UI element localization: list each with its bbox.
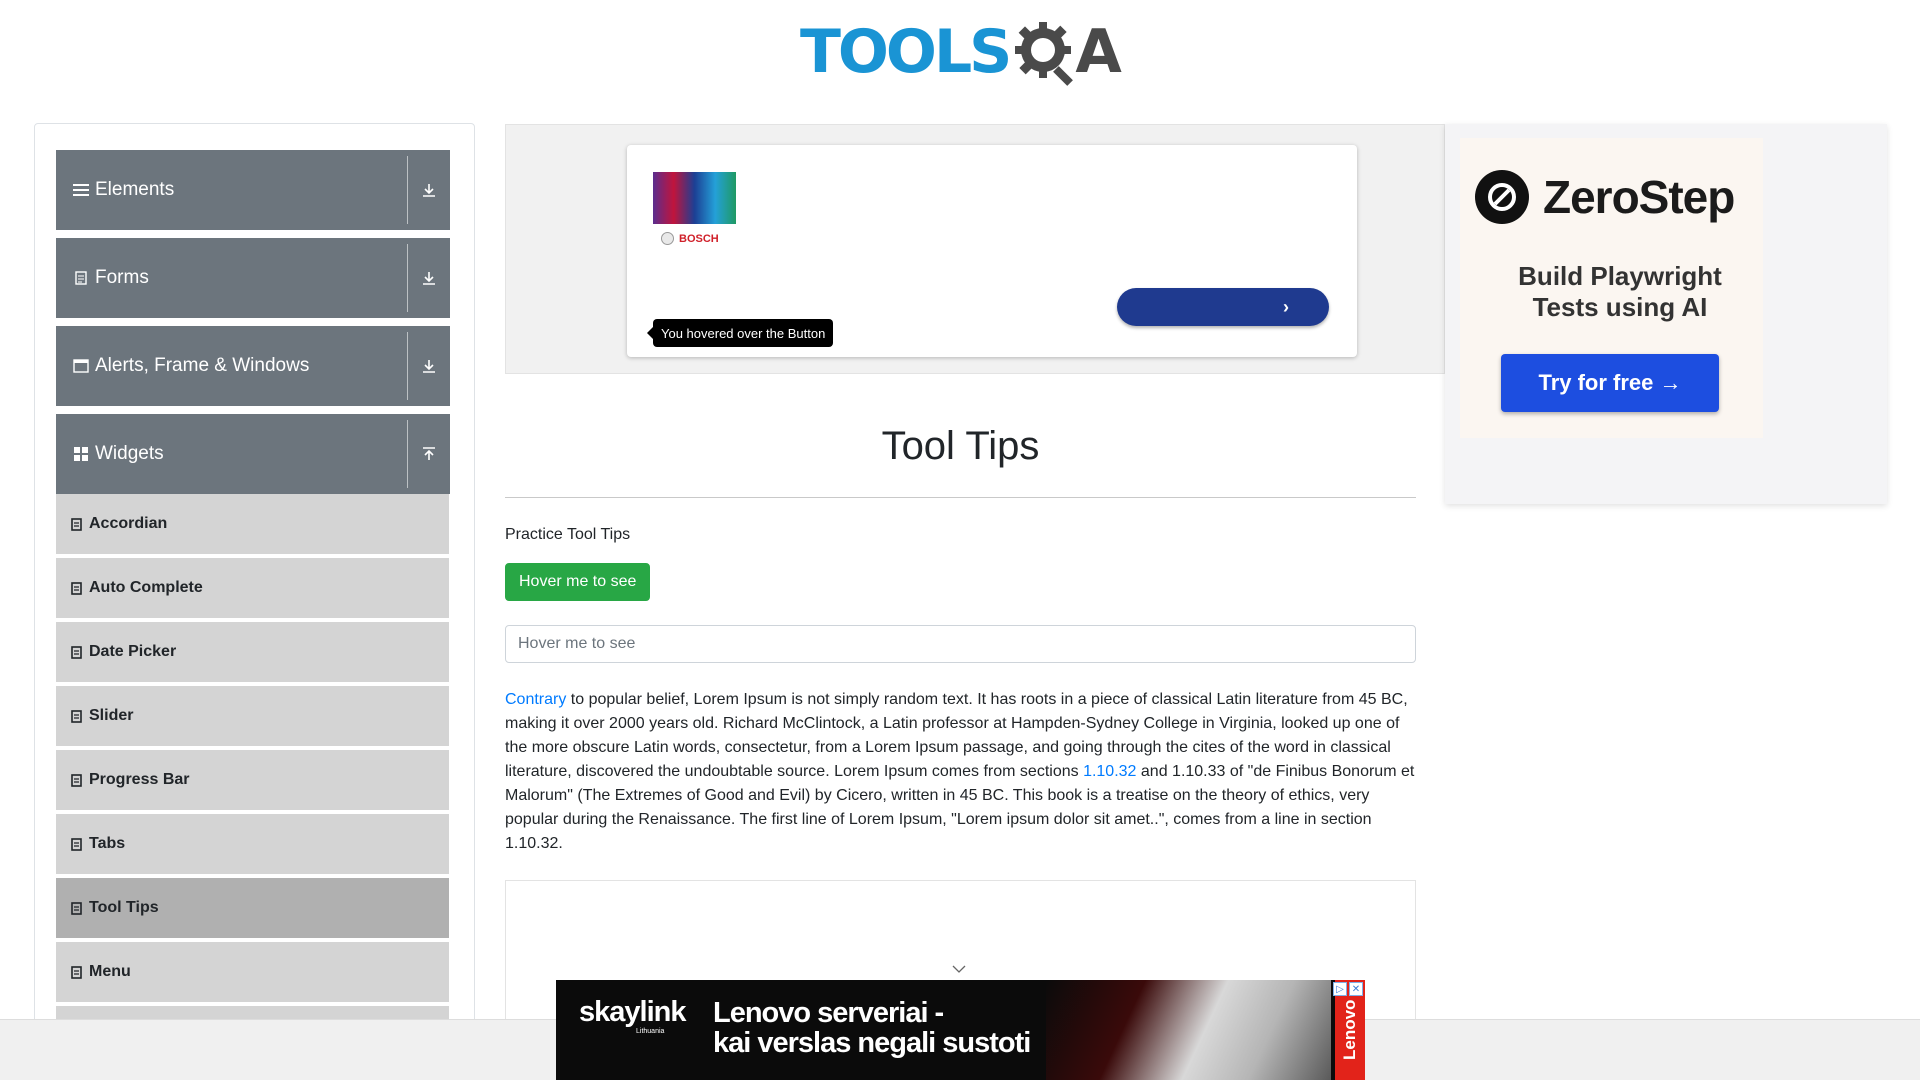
- gear-magnifier-icon: [1015, 22, 1074, 86]
- logo-tools-text: TOOLS: [800, 17, 1012, 87]
- toolsqa-logo[interactable]: TOOLS A: [800, 14, 1122, 90]
- menu-item-progress-bar[interactable]: Progress Bar: [56, 750, 449, 812]
- menu-item-slider[interactable]: Slider: [56, 686, 449, 748]
- ad-cta-button[interactable]: ›: [1117, 288, 1329, 326]
- right-ad-banner[interactable]: ZeroStep Build Playwright Tests using AI…: [1445, 124, 1887, 504]
- menu-item-label: Accordian: [89, 515, 168, 532]
- hover-me-button[interactable]: Hover me to see: [505, 563, 651, 601]
- menu-item-menu[interactable]: Menu: [56, 942, 449, 1004]
- hover-me-input[interactable]: [505, 625, 1416, 663]
- menu-item-tabs[interactable]: Tabs: [56, 814, 449, 876]
- group-label: Forms: [95, 267, 149, 288]
- download-arrow-icon[interactable]: [408, 182, 450, 198]
- group-header-forms[interactable]: Forms: [56, 238, 450, 318]
- menu-item-label: Progress Bar: [89, 771, 190, 788]
- group-label: Alerts, Frame & Windows: [95, 355, 310, 376]
- menu-item-label: Date Picker: [89, 643, 177, 660]
- skaylink-sub: Lithuania: [636, 1028, 665, 1035]
- zerostep-tagline: Build Playwright Tests using AI: [1445, 261, 1795, 323]
- skaylink-logo: skaylink: [579, 996, 686, 1028]
- section-link[interactable]: 1.10.32: [1083, 763, 1136, 780]
- page-title: Tool Tips: [881, 424, 1040, 468]
- menu-item-label: Auto Complete: [89, 579, 203, 596]
- menu-item-tool-tips[interactable]: Tool Tips: [56, 878, 449, 940]
- hamburger-icon: [73, 182, 89, 198]
- group-label: Elements: [95, 179, 175, 200]
- ad-choices[interactable]: ▷ ✕: [1333, 982, 1363, 996]
- left-panel-menu: Elements Forms Alerts, Frame & Windows W…: [34, 123, 475, 1023]
- bottom-ad-headline: Lenovo serveriai - kai verslas negali su…: [713, 997, 1031, 1059]
- menu-item-label: Menu: [89, 963, 131, 980]
- window-icon: [73, 358, 89, 374]
- menu-item-label: Tool Tips: [89, 899, 159, 916]
- top-ad-banner[interactable]: BOSCH ›: [505, 124, 1445, 374]
- document-icon: [73, 270, 89, 286]
- group-header-widgets[interactable]: Widgets: [56, 414, 450, 494]
- chevron-right-icon: ›: [1283, 296, 1289, 317]
- document-icon: [71, 965, 83, 979]
- document-icon: [71, 901, 83, 915]
- ad-thumbnail-image: [653, 172, 736, 224]
- logo-qa-mark: A: [1009, 16, 1122, 88]
- menu-item-accordian[interactable]: Accordian: [56, 494, 449, 556]
- practice-label: Practice Tool Tips: [505, 526, 631, 543]
- servers-image: [1046, 980, 1331, 1080]
- try-for-free-button[interactable]: Try for free →: [1501, 354, 1719, 412]
- document-icon: [71, 581, 83, 595]
- site-header: TOOLS A: [0, 0, 1920, 100]
- download-arrow-icon[interactable]: [408, 270, 450, 286]
- group-label: Widgets: [95, 443, 164, 464]
- tooltip-text: You hovered over the Button: [661, 325, 826, 341]
- tooltip: You hovered over the Button: [646, 319, 834, 347]
- document-icon: [71, 645, 83, 659]
- tagline-line-1: Build Playwright: [1518, 261, 1722, 291]
- chevron-down-icon[interactable]: [952, 964, 966, 974]
- menu-item-date-picker[interactable]: Date Picker: [56, 622, 449, 684]
- ad-close-icon[interactable]: ✕: [1349, 982, 1363, 996]
- logo-a-letter: A: [1075, 17, 1121, 87]
- ad-info-icon[interactable]: ▷: [1333, 982, 1347, 996]
- menu-item-label: Slider: [89, 707, 134, 724]
- group-header-elements[interactable]: Elements: [56, 150, 450, 230]
- group-header-alerts-frame-windows[interactable]: Alerts, Frame & Windows: [56, 326, 450, 406]
- lorem-paragraph: Contrary to popular belief, Lorem Ipsum …: [505, 688, 1416, 856]
- menu-item-label: Tabs: [89, 835, 126, 852]
- document-icon: [71, 773, 83, 787]
- zerostep-logo-icon: [1475, 170, 1529, 224]
- zerostep-name: ZeroStep: [1543, 171, 1735, 223]
- bottom-ad-banner[interactable]: skaylink Lithuania Lenovo serveriai - ka…: [556, 980, 1365, 1080]
- ad-brand-label: BOSCH: [679, 232, 719, 245]
- document-icon: [71, 837, 83, 851]
- document-icon: [71, 709, 83, 723]
- menu-item-auto-complete[interactable]: Auto Complete: [56, 558, 449, 620]
- headline-line-2: kai verslas negali sustoti: [713, 1027, 1031, 1059]
- zerostep-logo: ZeroStep: [1475, 170, 1735, 224]
- upload-arrow-icon[interactable]: [408, 446, 450, 462]
- widgets-grid-icon: [73, 446, 89, 462]
- tagline-line-2: Tests using AI: [1532, 292, 1708, 322]
- ad-brand: BOSCH: [661, 232, 719, 245]
- headline-line-1: Lenovo serveriai -: [713, 997, 944, 1029]
- bosch-logo-icon: [661, 232, 674, 245]
- document-icon: [71, 517, 83, 531]
- contrary-link[interactable]: Contrary: [505, 691, 566, 708]
- download-arrow-icon[interactable]: [408, 358, 450, 374]
- title-divider: [505, 497, 1416, 498]
